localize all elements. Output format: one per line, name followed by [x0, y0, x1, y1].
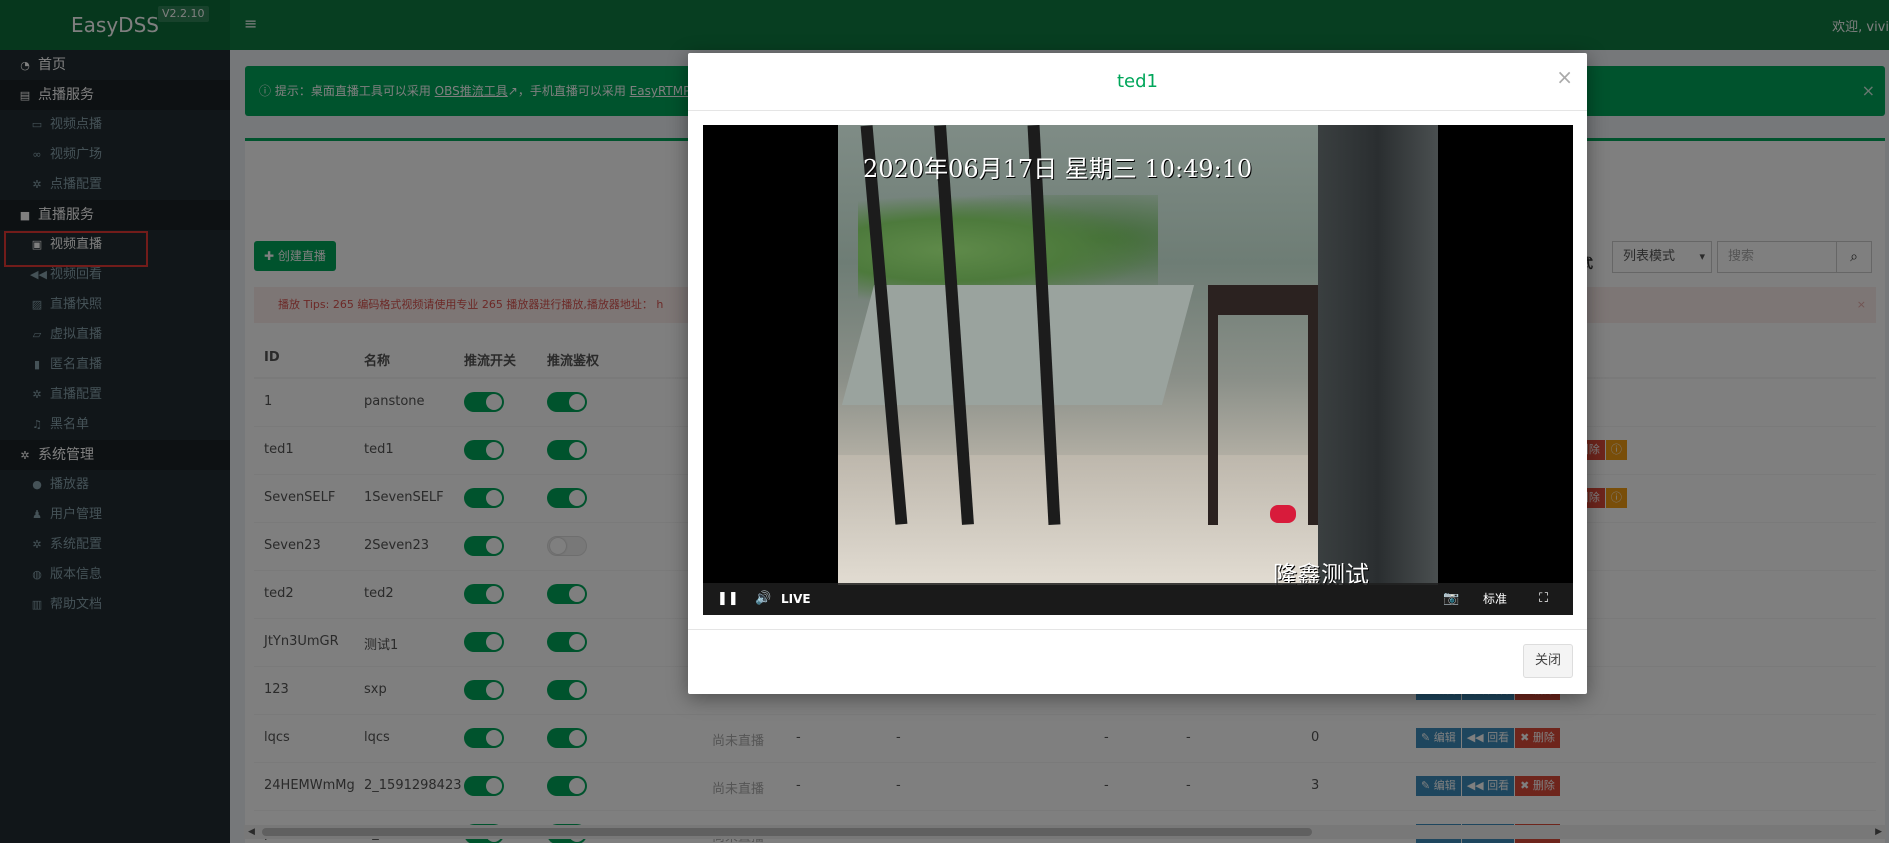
close-button[interactable]: 关闭	[1522, 644, 1573, 678]
video-osd-timestamp: 2020年06月17日 星期三 10:49:10	[863, 155, 1253, 183]
snapshot-icon[interactable]: 📷	[1443, 583, 1459, 615]
quality-button[interactable]: 标准	[1483, 583, 1507, 615]
volume-icon[interactable]: 🔊	[755, 583, 771, 615]
live-indicator: LIVE	[781, 592, 811, 606]
modal-title: ted1	[688, 53, 1587, 111]
player-controls: ❚❚ 🔊 LIVE 📷 标准 ⛶	[703, 583, 1573, 615]
fullscreen-icon[interactable]: ⛶	[1539, 583, 1548, 615]
video-frame	[838, 125, 1438, 585]
live-player-modal: ted1 × 2020年06月17日 星期三 10:49:10 隆鑫测试 ❚❚ …	[688, 53, 1587, 694]
pause-icon[interactable]: ❚❚	[717, 583, 739, 615]
video-player[interactable]: 2020年06月17日 星期三 10:49:10 隆鑫测试 ❚❚ 🔊 LIVE …	[703, 125, 1573, 615]
modal-footer: 关闭	[688, 629, 1587, 694]
modal-close-icon[interactable]: ×	[1556, 65, 1573, 89]
